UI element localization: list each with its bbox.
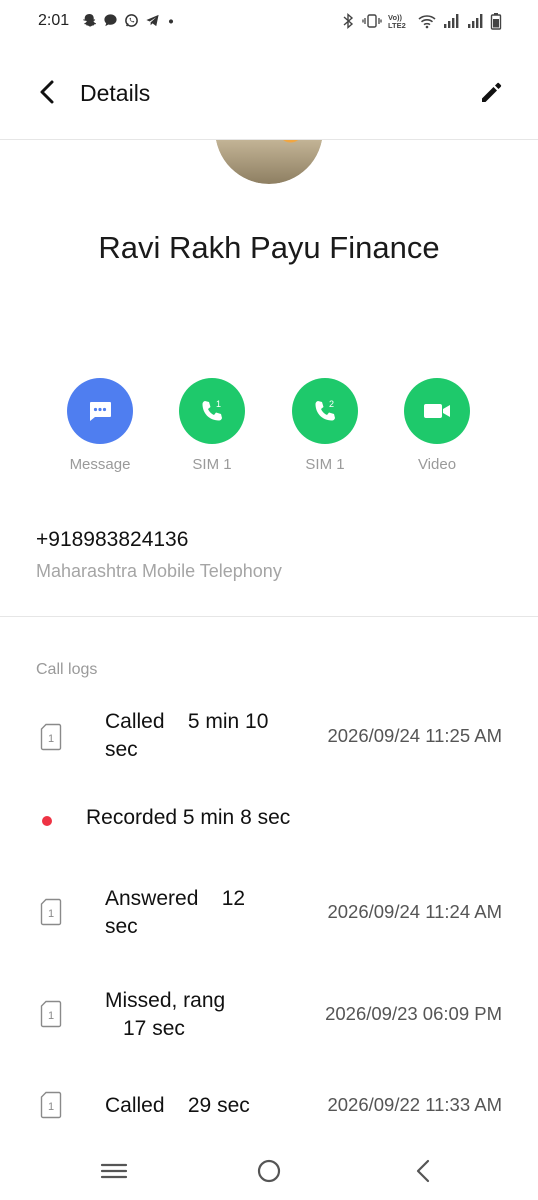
call-sim1-button[interactable]: 1 (179, 378, 245, 444)
call-logs-heading: Call logs (36, 661, 98, 678)
video-label: Video (417, 456, 457, 473)
signal-1-icon (444, 14, 459, 28)
sim-badge: 1 (216, 399, 221, 409)
menu-icon[interactable] (98, 1156, 130, 1186)
sim-number: 1 (48, 908, 54, 920)
header-divider (0, 139, 538, 140)
bluetooth-icon (343, 12, 354, 30)
back-chevron-icon[interactable] (34, 76, 62, 108)
notification-icons (82, 13, 176, 28)
call-time: 2026/09/23 06:09 PM (325, 1003, 502, 1024)
chat-icon (104, 14, 117, 27)
call-sim1-label: SIM 1 (192, 456, 232, 473)
sim-card-icon: 1 (40, 1091, 62, 1119)
sim-badge: 2 (329, 399, 334, 409)
message-action[interactable]: Message (55, 378, 145, 473)
recording-dot-icon (42, 816, 52, 826)
message-icon (90, 402, 111, 421)
vibrate-icon (362, 14, 382, 28)
app-header: Details (0, 62, 538, 124)
home-icon[interactable] (253, 1156, 285, 1186)
wifi-icon (418, 15, 436, 29)
sim-card-icon: 1 (40, 898, 62, 926)
call-sim2-label: SIM 1 (305, 456, 345, 473)
call-sim2-button[interactable]: 2 (292, 378, 358, 444)
call-time: 2026/09/24 11:24 AM (327, 901, 502, 922)
sim-number: 1 (48, 733, 54, 745)
system-icons: Vo)) LTE2 (340, 12, 502, 30)
video-action[interactable]: Video (392, 378, 482, 473)
section-divider (0, 616, 538, 617)
call-status-line1: Answered 12 (105, 887, 246, 910)
call-status-line1: Missed, rang (105, 989, 226, 1012)
video-icon (424, 404, 450, 418)
page-title: Details (80, 80, 151, 106)
battery-icon (490, 13, 502, 30)
call-sim2-action[interactable]: 2 SIM 1 (280, 378, 370, 473)
phone-carrier: Maharashtra Mobile Telephony (36, 561, 282, 581)
status-bar: 2:01 Vo)) LTE2 (0, 0, 538, 44)
contact-name: Ravi Rakh Payu Finance (98, 230, 440, 265)
sim-number: 1 (48, 1101, 54, 1113)
video-button[interactable] (404, 378, 470, 444)
call-status-line2: 17 sec (123, 1017, 185, 1040)
message-button[interactable] (67, 378, 133, 444)
call-status-line2: sec (105, 915, 138, 938)
sim-number: 1 (48, 1010, 54, 1022)
svg-text:LTE2: LTE2 (388, 21, 406, 30)
back-icon[interactable] (408, 1156, 440, 1186)
phone-number[interactable]: +918983824136 (36, 528, 188, 552)
snapchat-icon (83, 13, 97, 27)
call-status-line1: Called 5 min 10 (105, 710, 269, 733)
call-time: 2026/09/24 11:25 AM (327, 725, 502, 746)
system-nav-bar (0, 1140, 538, 1200)
dot-icon (168, 19, 174, 24)
signal-2-icon (468, 14, 483, 28)
whatsapp-icon (125, 14, 138, 27)
call-sim1-icon: 1 (202, 399, 222, 421)
call-status-line1: Called 29 sec (105, 1094, 250, 1117)
sim-card-icon: 1 (40, 1000, 62, 1028)
recording-label[interactable]: Recorded 5 min 8 sec (86, 806, 290, 830)
call-status-line2: sec (105, 738, 138, 761)
call-time: 2026/09/22 11:33 AM (327, 1094, 502, 1115)
telegram-icon (146, 14, 159, 27)
message-label: Message (69, 456, 131, 473)
sim-card-icon: 1 (40, 723, 62, 751)
call-sim1-action[interactable]: 1 SIM 1 (167, 378, 257, 473)
pencil-icon[interactable] (476, 76, 508, 108)
call-sim2-icon: 2 (315, 399, 335, 421)
volte-icon: Vo))LTE2 (388, 13, 406, 30)
status-time: 2:01 (38, 12, 70, 29)
